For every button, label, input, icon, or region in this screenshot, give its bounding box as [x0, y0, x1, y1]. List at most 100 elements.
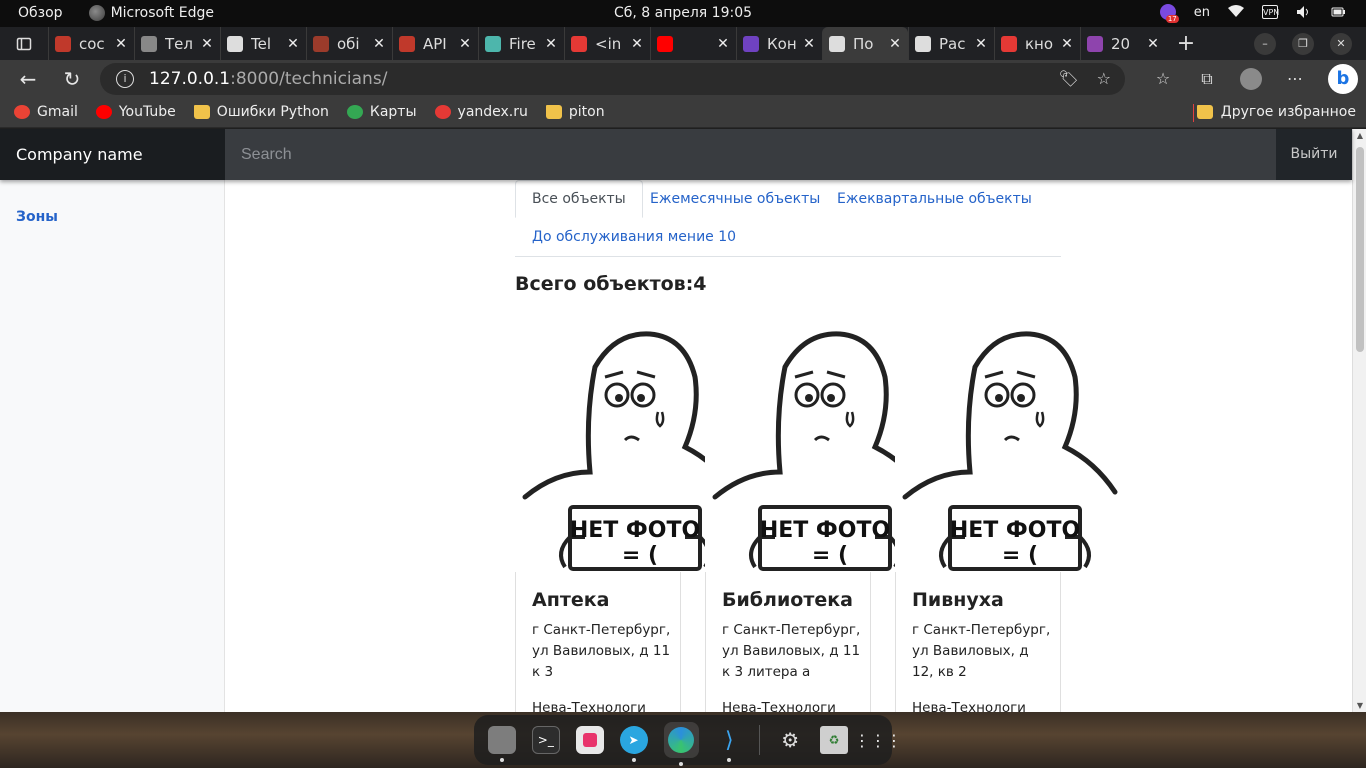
dock-trash-icon[interactable]: ♻: [820, 726, 848, 754]
back-button[interactable]: ←: [16, 67, 40, 91]
new-tab-button[interactable]: +: [1166, 31, 1206, 56]
maximize-button[interactable]: ❐: [1292, 32, 1314, 55]
reload-button[interactable]: ↻: [60, 67, 84, 91]
bing-icon[interactable]: b: [1328, 64, 1358, 94]
menu-icon[interactable]: ⋯: [1284, 68, 1306, 90]
tab-favicon-icon: [829, 35, 845, 52]
url-text[interactable]: 127.0.0.1:8000/technicians/: [149, 69, 387, 89]
tab-title: Рас: [939, 34, 966, 53]
bookmark-item[interactable]: yandex.ru: [434, 104, 528, 120]
active-app-name: Microsoft Edge: [110, 5, 214, 21]
tab-monthly-objects[interactable]: Ежемесячные объекты: [634, 181, 836, 217]
add-favorite-icon[interactable]: ☆: [1097, 69, 1111, 88]
tab-favicon-icon: [1087, 35, 1103, 52]
tab-title: Кон: [767, 34, 797, 53]
tab-close-icon[interactable]: ✕: [888, 36, 902, 52]
tab-close-icon[interactable]: ✕: [200, 36, 214, 52]
bookmark-item[interactable]: Карты: [346, 104, 417, 120]
object-organization: Нева-Технологи: [912, 700, 1026, 712]
tab-quarterly-objects[interactable]: Ежеквартальные объекты: [821, 181, 1048, 217]
browser-tab[interactable]: Тел ✕: [134, 27, 220, 60]
browser-tab[interactable]: Кон ✕: [736, 27, 822, 60]
tab-title: Fire: [509, 34, 536, 53]
sidebar-item-zones[interactable]: Зоны: [16, 209, 58, 225]
tab-close-icon[interactable]: ✕: [1146, 36, 1160, 52]
collections-icon[interactable]: ⧉: [1196, 68, 1218, 90]
folder-icon: [1196, 105, 1213, 119]
tab-all-objects[interactable]: Все объекты: [515, 180, 643, 218]
tab-close-icon[interactable]: ✕: [716, 36, 730, 52]
active-app-menu[interactable]: Microsoft Edge: [88, 5, 214, 21]
object-address: г Санкт-Петербург, ул Вавиловых, д 12, к…: [912, 622, 1051, 680]
dock-app-grid-icon[interactable]: ⋮⋮⋮: [854, 726, 902, 754]
bookmark-icon: [95, 105, 112, 119]
close-window-button[interactable]: ✕: [1330, 32, 1352, 55]
bookmark-item[interactable]: Gmail: [14, 104, 78, 120]
scrollbar-thumb[interactable]: [1356, 147, 1364, 352]
page-viewport: Company name Выйти Зоны Все объекты Ежем…: [0, 129, 1366, 712]
volume-icon[interactable]: [1296, 5, 1312, 19]
favorites-icon[interactable]: ☆: [1152, 68, 1174, 90]
brand-link[interactable]: Company name: [0, 129, 225, 180]
tab-favicon-icon: [227, 35, 243, 52]
tab-close-icon[interactable]: ✕: [802, 36, 816, 52]
tab-actions-button[interactable]: [0, 36, 48, 52]
tab-close-icon[interactable]: ✕: [544, 36, 558, 52]
browser-tab[interactable]: Tel ✕: [220, 27, 306, 60]
dock-files-icon[interactable]: [488, 726, 516, 762]
tab-close-icon[interactable]: ✕: [114, 36, 128, 52]
bookmark-item[interactable]: Ошибки Python: [193, 104, 329, 120]
site-info-icon[interactable]: i: [116, 70, 134, 88]
keyboard-layout[interactable]: en: [1194, 5, 1210, 20]
browser-tab[interactable]: обі ✕: [306, 27, 392, 60]
browser-tab[interactable]: По ✕: [822, 27, 908, 60]
browser-tab[interactable]: кно ✕: [994, 27, 1080, 60]
bookmark-icon: [434, 105, 451, 119]
address-bar[interactable]: i 127.0.0.1:8000/technicians/ 🏷 ☆: [100, 63, 1125, 95]
bookmark-item[interactable]: piton: [545, 104, 605, 120]
edge-icon: [88, 5, 105, 21]
bookmark-item[interactable]: YouTube: [95, 104, 176, 120]
activities-button[interactable]: Обзор: [18, 5, 63, 21]
vpn-icon[interactable]: VPN: [1262, 5, 1279, 19]
browser-tab[interactable]: 20 ✕: [1080, 27, 1166, 60]
search-input[interactable]: [225, 129, 1276, 180]
notification-icon[interactable]: 17: [1159, 4, 1179, 23]
scroll-down-icon[interactable]: ▼: [1353, 701, 1366, 710]
tab-title: <in: [595, 34, 622, 53]
browser-tab[interactable]: ✕: [650, 27, 736, 60]
browser-tab[interactable]: сос ✕: [48, 27, 134, 60]
signout-link[interactable]: Выйти: [1276, 129, 1352, 180]
tab-title: API: [423, 34, 447, 53]
dock-vscode-icon[interactable]: ⟩: [715, 726, 743, 762]
wifi-icon[interactable]: [1228, 5, 1244, 19]
object-name: Аптека: [532, 589, 610, 611]
tab-title: кно: [1025, 34, 1054, 53]
minimize-button[interactable]: –: [1254, 32, 1276, 55]
tag-icon[interactable]: 🏷: [1058, 69, 1078, 88]
browser-tab[interactable]: <in ✕: [564, 27, 650, 60]
browser-tab[interactable]: Рас ✕: [908, 27, 994, 60]
other-bookmarks-folder[interactable]: Другое избранное: [1196, 104, 1356, 120]
tab-service-under-10[interactable]: До обслуживания мение 10: [516, 219, 752, 255]
tab-close-icon[interactable]: ✕: [630, 36, 644, 52]
tab-close-icon[interactable]: ✕: [974, 36, 988, 52]
dock-software-center-icon[interactable]: [575, 726, 604, 754]
dock-telegram-icon[interactable]: ➤: [619, 726, 648, 762]
power-icon[interactable]: [1330, 5, 1346, 19]
tab-close-icon[interactable]: ✕: [1060, 36, 1074, 52]
scroll-up-icon[interactable]: ▲: [1353, 131, 1366, 140]
tab-close-icon[interactable]: ✕: [458, 36, 472, 52]
dock-settings-icon[interactable]: ⚙: [776, 726, 804, 754]
browser-tab[interactable]: Fire ✕: [478, 27, 564, 60]
os-top-bar: Обзор Microsoft Edge Сб, 8 апреля 19:05 …: [0, 0, 1366, 27]
bookmark-icon: [193, 105, 210, 119]
dock-edge-icon[interactable]: [663, 722, 700, 766]
browser-tab[interactable]: API ✕: [392, 27, 478, 60]
tab-favicon-icon: [55, 35, 71, 52]
tab-close-icon[interactable]: ✕: [372, 36, 386, 52]
page-scrollbar[interactable]: ▲ ▼: [1352, 129, 1366, 712]
dock-terminal-icon[interactable]: >_: [531, 726, 560, 754]
tab-close-icon[interactable]: ✕: [286, 36, 300, 52]
profile-avatar[interactable]: [1240, 68, 1262, 90]
